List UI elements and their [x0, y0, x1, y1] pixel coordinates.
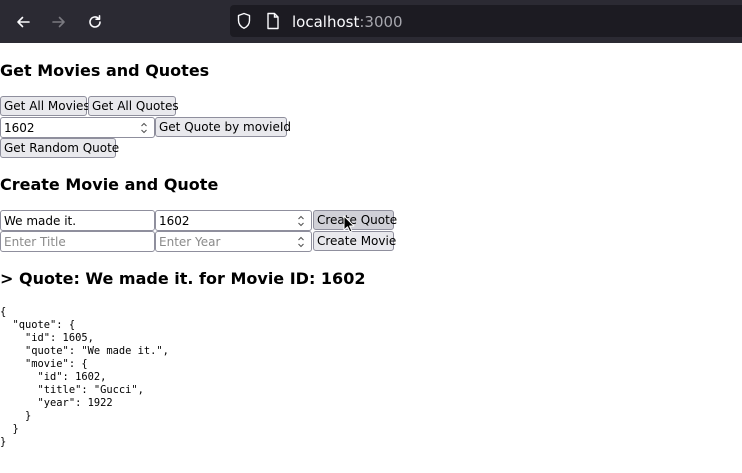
url-port: :3000 [359, 13, 403, 31]
quote-movie-id-spinner-icon[interactable] [296, 212, 306, 229]
create-section-title: Create Movie and Quote [0, 175, 219, 194]
page-icon[interactable] [266, 12, 280, 34]
back-arrow-icon[interactable] [12, 11, 34, 33]
movie-title-input[interactable] [0, 231, 155, 252]
result-json-output: { "quote": { "id": 1605, "quote": "We ma… [0, 306, 169, 448]
shield-icon[interactable] [236, 12, 252, 34]
get-all-quotes-button[interactable]: Get All Quotes [88, 96, 179, 116]
movie-id-spinner-icon[interactable] [139, 119, 149, 136]
quote-text-input[interactable] [0, 210, 155, 231]
get-random-quote-button[interactable]: Get Random Quote [0, 138, 119, 158]
get-quote-by-movie-id-button[interactable]: Get Quote by movieId [155, 117, 291, 137]
page-content: Get Movies and Quotes Get All Movies Get… [0, 43, 742, 473]
movie-year-spinner-icon[interactable] [296, 233, 306, 250]
quote-movie-id-input[interactable] [155, 210, 312, 231]
get-all-movies-button[interactable]: Get All Movies [0, 96, 90, 116]
movie-id-input[interactable] [0, 117, 155, 138]
mouse-pointer-icon [343, 215, 355, 237]
reload-icon[interactable] [84, 11, 106, 33]
url-host: localhost [292, 13, 360, 31]
movie-year-input[interactable] [155, 231, 312, 252]
browser-toolbar: localhost:3000 [0, 0, 742, 43]
forward-arrow-icon[interactable] [48, 11, 70, 33]
get-section-title: Get Movies and Quotes [0, 61, 210, 80]
url-text[interactable]: localhost:3000 [292, 12, 403, 32]
result-heading: > Quote: We made it. for Movie ID: 1602 [0, 269, 366, 288]
